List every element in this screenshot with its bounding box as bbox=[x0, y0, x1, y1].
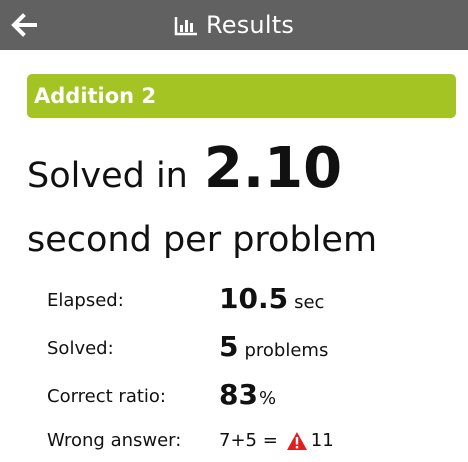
summary-lead-text: Solved in bbox=[27, 156, 188, 196]
stats-list: Elapsed: 10.5 sec Solved: 5 problems Corre… bbox=[47, 278, 457, 462]
page-title: Results bbox=[205, 11, 295, 39]
stat-row-elapsed: Elapsed: 10.5 sec bbox=[47, 278, 457, 326]
wrong-answer-value: 11 bbox=[310, 430, 334, 451]
warning-icon bbox=[286, 431, 308, 451]
top-app-bar: Results bbox=[0, 0, 468, 50]
stat-row-wrong-answer: Wrong answer: 7+5 = 11 bbox=[47, 422, 457, 462]
stat-label: Wrong answer: bbox=[47, 430, 182, 451]
seconds-per-problem-value: 2.10 bbox=[203, 136, 343, 201]
stat-row-solved: Solved: 5 problems bbox=[47, 326, 457, 374]
elapsed-value: 10.5 bbox=[219, 282, 289, 315]
stat-value: 83% bbox=[219, 378, 276, 411]
correct-ratio-value: 83 bbox=[219, 378, 258, 411]
solved-unit: problems bbox=[244, 340, 329, 361]
correct-ratio-unit: % bbox=[258, 388, 277, 409]
exercise-title-banner: Addition 2 bbox=[27, 74, 456, 118]
stat-label: Correct ratio: bbox=[47, 386, 166, 407]
exercise-title: Addition 2 bbox=[34, 84, 157, 108]
bar-chart-icon bbox=[174, 16, 198, 36]
stat-label: Elapsed: bbox=[47, 290, 124, 311]
stat-value: 10.5 sec bbox=[219, 282, 324, 315]
elapsed-unit: sec bbox=[294, 292, 325, 313]
wrong-answer-problem: 7+5 = bbox=[219, 430, 278, 451]
wrong-answer-entry: 7+5 = 11 bbox=[219, 430, 334, 451]
solved-value: 5 bbox=[219, 330, 239, 363]
stat-label: Solved: bbox=[47, 338, 114, 359]
stat-row-correct-ratio: Correct ratio: 83% bbox=[47, 374, 457, 422]
summary-headline: Solved in 2.10 bbox=[27, 136, 342, 216]
app-bar-title: Results bbox=[0, 0, 468, 50]
summary-unit-text: second per problem bbox=[27, 220, 378, 260]
stat-value: 5 problems bbox=[219, 330, 328, 363]
